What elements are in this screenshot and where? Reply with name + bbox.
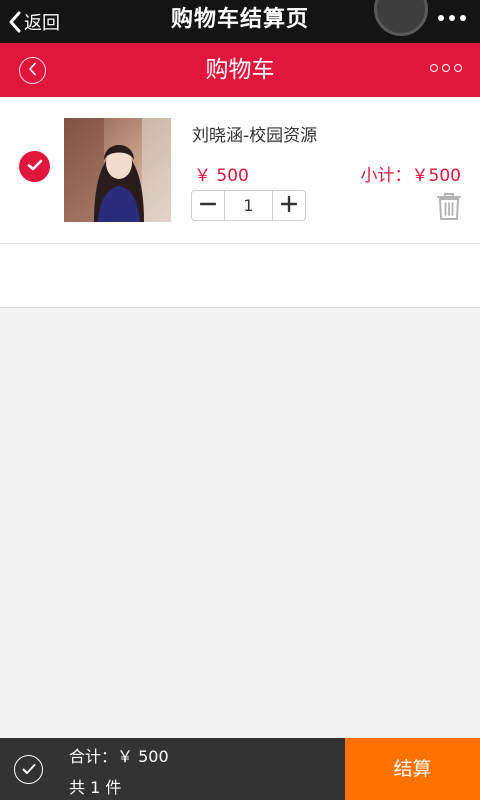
cart-title: 购物车 [205,57,275,83]
cart-header: 购物车 [0,43,480,97]
quantity-stepper: 1 [191,190,306,221]
minus-icon [199,196,217,216]
header-more-button[interactable] [430,64,462,74]
increase-button[interactable] [273,191,305,220]
product-image[interactable] [64,118,171,222]
dot-outline-icon [430,64,438,72]
item-checkbox[interactable] [19,151,50,182]
product-price: ￥ 500 [194,166,249,186]
checkmark-icon [22,760,36,779]
checkmark-icon [27,157,43,176]
more-menu-button[interactable] [438,0,466,36]
dot-outline-icon [442,64,450,72]
dot-icon [460,15,466,21]
select-all-checkbox[interactable] [14,755,43,784]
product-name[interactable]: 刘晓涵-校园资源 [192,121,317,146]
item-count: 共 1 件 [69,778,122,797]
total-amount: 合计：￥ 500 [69,747,169,766]
checkout-button[interactable]: 结算 [345,738,480,800]
trash-icon[interactable] [436,192,462,220]
quantity-input[interactable]: 1 [224,191,273,220]
checkout-bar: 合计：￥ 500 共 1 件 结算 [0,738,480,800]
plus-icon [280,195,298,216]
app-topbar: 返回 购物车结算页 [0,0,480,43]
dot-icon [449,15,455,21]
dot-icon [438,15,444,21]
dot-outline-icon [454,64,462,72]
item-subtotal: 小计：￥500 [360,166,461,186]
empty-row [0,244,480,308]
decrease-button[interactable] [192,191,224,220]
